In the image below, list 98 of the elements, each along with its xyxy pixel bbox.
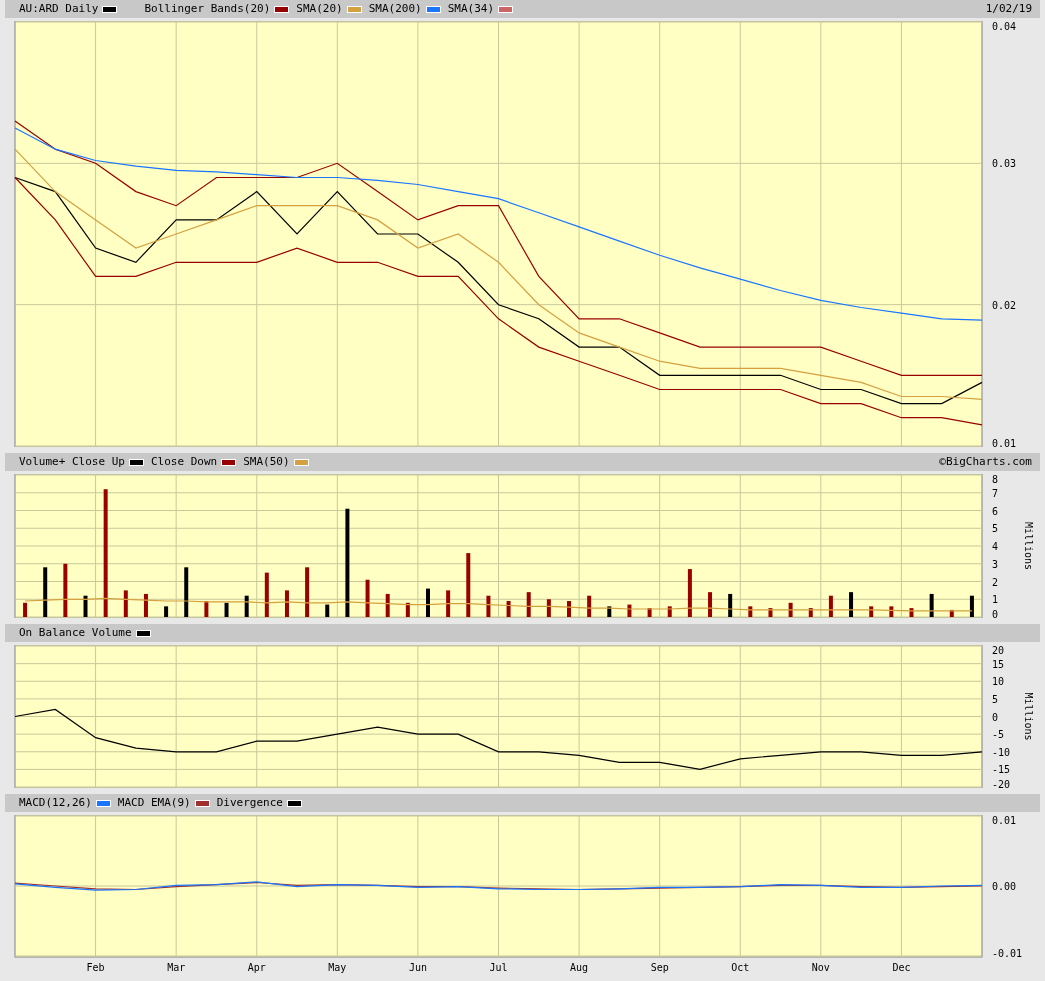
- axis-label: 5: [992, 523, 999, 535]
- legend-label: MACD EMA(9): [117, 794, 191, 811]
- axis-label: 0.02: [992, 299, 1017, 311]
- chart-date: 1/02/19: [985, 0, 1032, 17]
- volume-bar: [788, 602, 793, 617]
- axis-label: 1: [992, 594, 999, 606]
- volume-bar: [325, 604, 330, 617]
- volume-bar: [828, 595, 833, 617]
- legend-label: MACD(12,26): [19, 794, 92, 811]
- volume-bar: [546, 599, 551, 617]
- volume-bar: [587, 595, 592, 617]
- volume-bar: [204, 601, 209, 617]
- legend-label: SMA(50): [243, 453, 290, 470]
- volume-bar: [164, 606, 169, 617]
- volume-bar: [83, 595, 88, 617]
- volume-bar: [426, 588, 430, 617]
- legend-label: SMA(20): [296, 0, 343, 17]
- legend-label: AU:ARD Daily: [19, 0, 99, 17]
- volume-bar: [607, 606, 612, 617]
- axis-label: 5: [992, 693, 999, 705]
- volume-bar: [929, 593, 934, 617]
- axis-label: 0.01: [992, 438, 1017, 447]
- volume-bar: [627, 604, 632, 617]
- volume-bar: [869, 606, 874, 617]
- credit-text: ©BigCharts.com: [939, 453, 1032, 470]
- axis-label: -15: [992, 764, 1011, 776]
- legend-label: Divergence: [216, 794, 283, 811]
- volume-bar: [949, 609, 954, 617]
- volume-bar: [486, 595, 491, 617]
- axis-label: 0.00: [992, 881, 1017, 892]
- axis-label: Dec: [892, 962, 911, 973]
- axis-label: Aug: [570, 962, 589, 973]
- legend-label: Volume+ Close Up: [19, 453, 125, 470]
- legend-label: SMA(200): [368, 0, 422, 17]
- axis-title: Millions: [1023, 521, 1034, 571]
- axis-label: May: [328, 962, 347, 973]
- axis-label: Apr: [247, 962, 266, 973]
- axis-label: 7: [992, 487, 999, 499]
- volume-bar: [284, 590, 289, 617]
- volume-bar: [63, 563, 68, 617]
- axis-label: Nov: [811, 962, 830, 973]
- volume-bar: [889, 606, 894, 617]
- axis-label: -5: [992, 729, 1005, 741]
- volume-bar: [466, 553, 471, 617]
- axis-title: Millions: [1023, 692, 1034, 741]
- volume-bar: [708, 592, 713, 617]
- volume-bar: [687, 569, 692, 617]
- volume-bar: [849, 592, 854, 617]
- axis-label: Jul: [489, 962, 508, 973]
- volume-bar: [808, 608, 813, 617]
- axis-label: Feb: [86, 962, 105, 973]
- axis-label: 0.03: [992, 158, 1017, 170]
- volume-bar: [23, 602, 28, 617]
- volume-bar: [506, 601, 511, 617]
- axis-label: Oct: [731, 962, 750, 973]
- axis-label: Jun: [408, 962, 427, 973]
- legend-label: Close Down: [150, 453, 218, 470]
- volume-bar: [567, 601, 571, 617]
- legend-label: Bollinger Bands(20): [144, 0, 271, 17]
- axis-label: Sep: [650, 962, 669, 973]
- volume-bar: [244, 595, 249, 617]
- volume-bar: [123, 590, 128, 617]
- volume-bar: [224, 602, 229, 617]
- axis-label: 2: [992, 576, 999, 588]
- volume-bar: [43, 567, 48, 617]
- axis-label: 0: [992, 609, 999, 618]
- volume-bar: [909, 608, 914, 617]
- axis-label: 6: [992, 505, 999, 517]
- axis-label: -10: [992, 746, 1011, 758]
- volume-bar: [748, 606, 753, 617]
- axis-label: Mar: [167, 962, 186, 973]
- legend-label: SMA(34): [447, 0, 495, 17]
- volume-bar: [305, 567, 310, 617]
- axis-label: 20: [992, 645, 1005, 656]
- axis-label: 0.01: [992, 815, 1017, 826]
- volume-bar: [365, 579, 370, 617]
- volume-bar: [667, 606, 672, 617]
- volume-bar: [526, 592, 531, 617]
- volume-bar: [385, 593, 390, 617]
- volume-bar: [264, 572, 269, 617]
- axis-label: 10: [992, 676, 1005, 688]
- legend-label: On Balance Volume: [19, 624, 132, 641]
- axis-label: 15: [992, 658, 1005, 670]
- volume-bar: [143, 593, 148, 617]
- axis-label: 0.04: [992, 21, 1017, 32]
- volume-bar: [647, 608, 652, 617]
- volume-bar: [728, 593, 733, 617]
- volume-bar: [969, 595, 974, 617]
- volume-bar: [768, 608, 773, 617]
- axis-label: 0: [992, 711, 999, 723]
- axis-label: -0.01: [992, 948, 1023, 959]
- axis-label: 8: [992, 474, 999, 485]
- volume-bar: [184, 567, 189, 617]
- axis-label: -20: [992, 779, 1011, 788]
- axis-label: 3: [992, 558, 999, 570]
- axis-label: 4: [992, 541, 999, 552]
- volume-bar: [405, 602, 410, 617]
- volume-bar: [446, 590, 451, 617]
